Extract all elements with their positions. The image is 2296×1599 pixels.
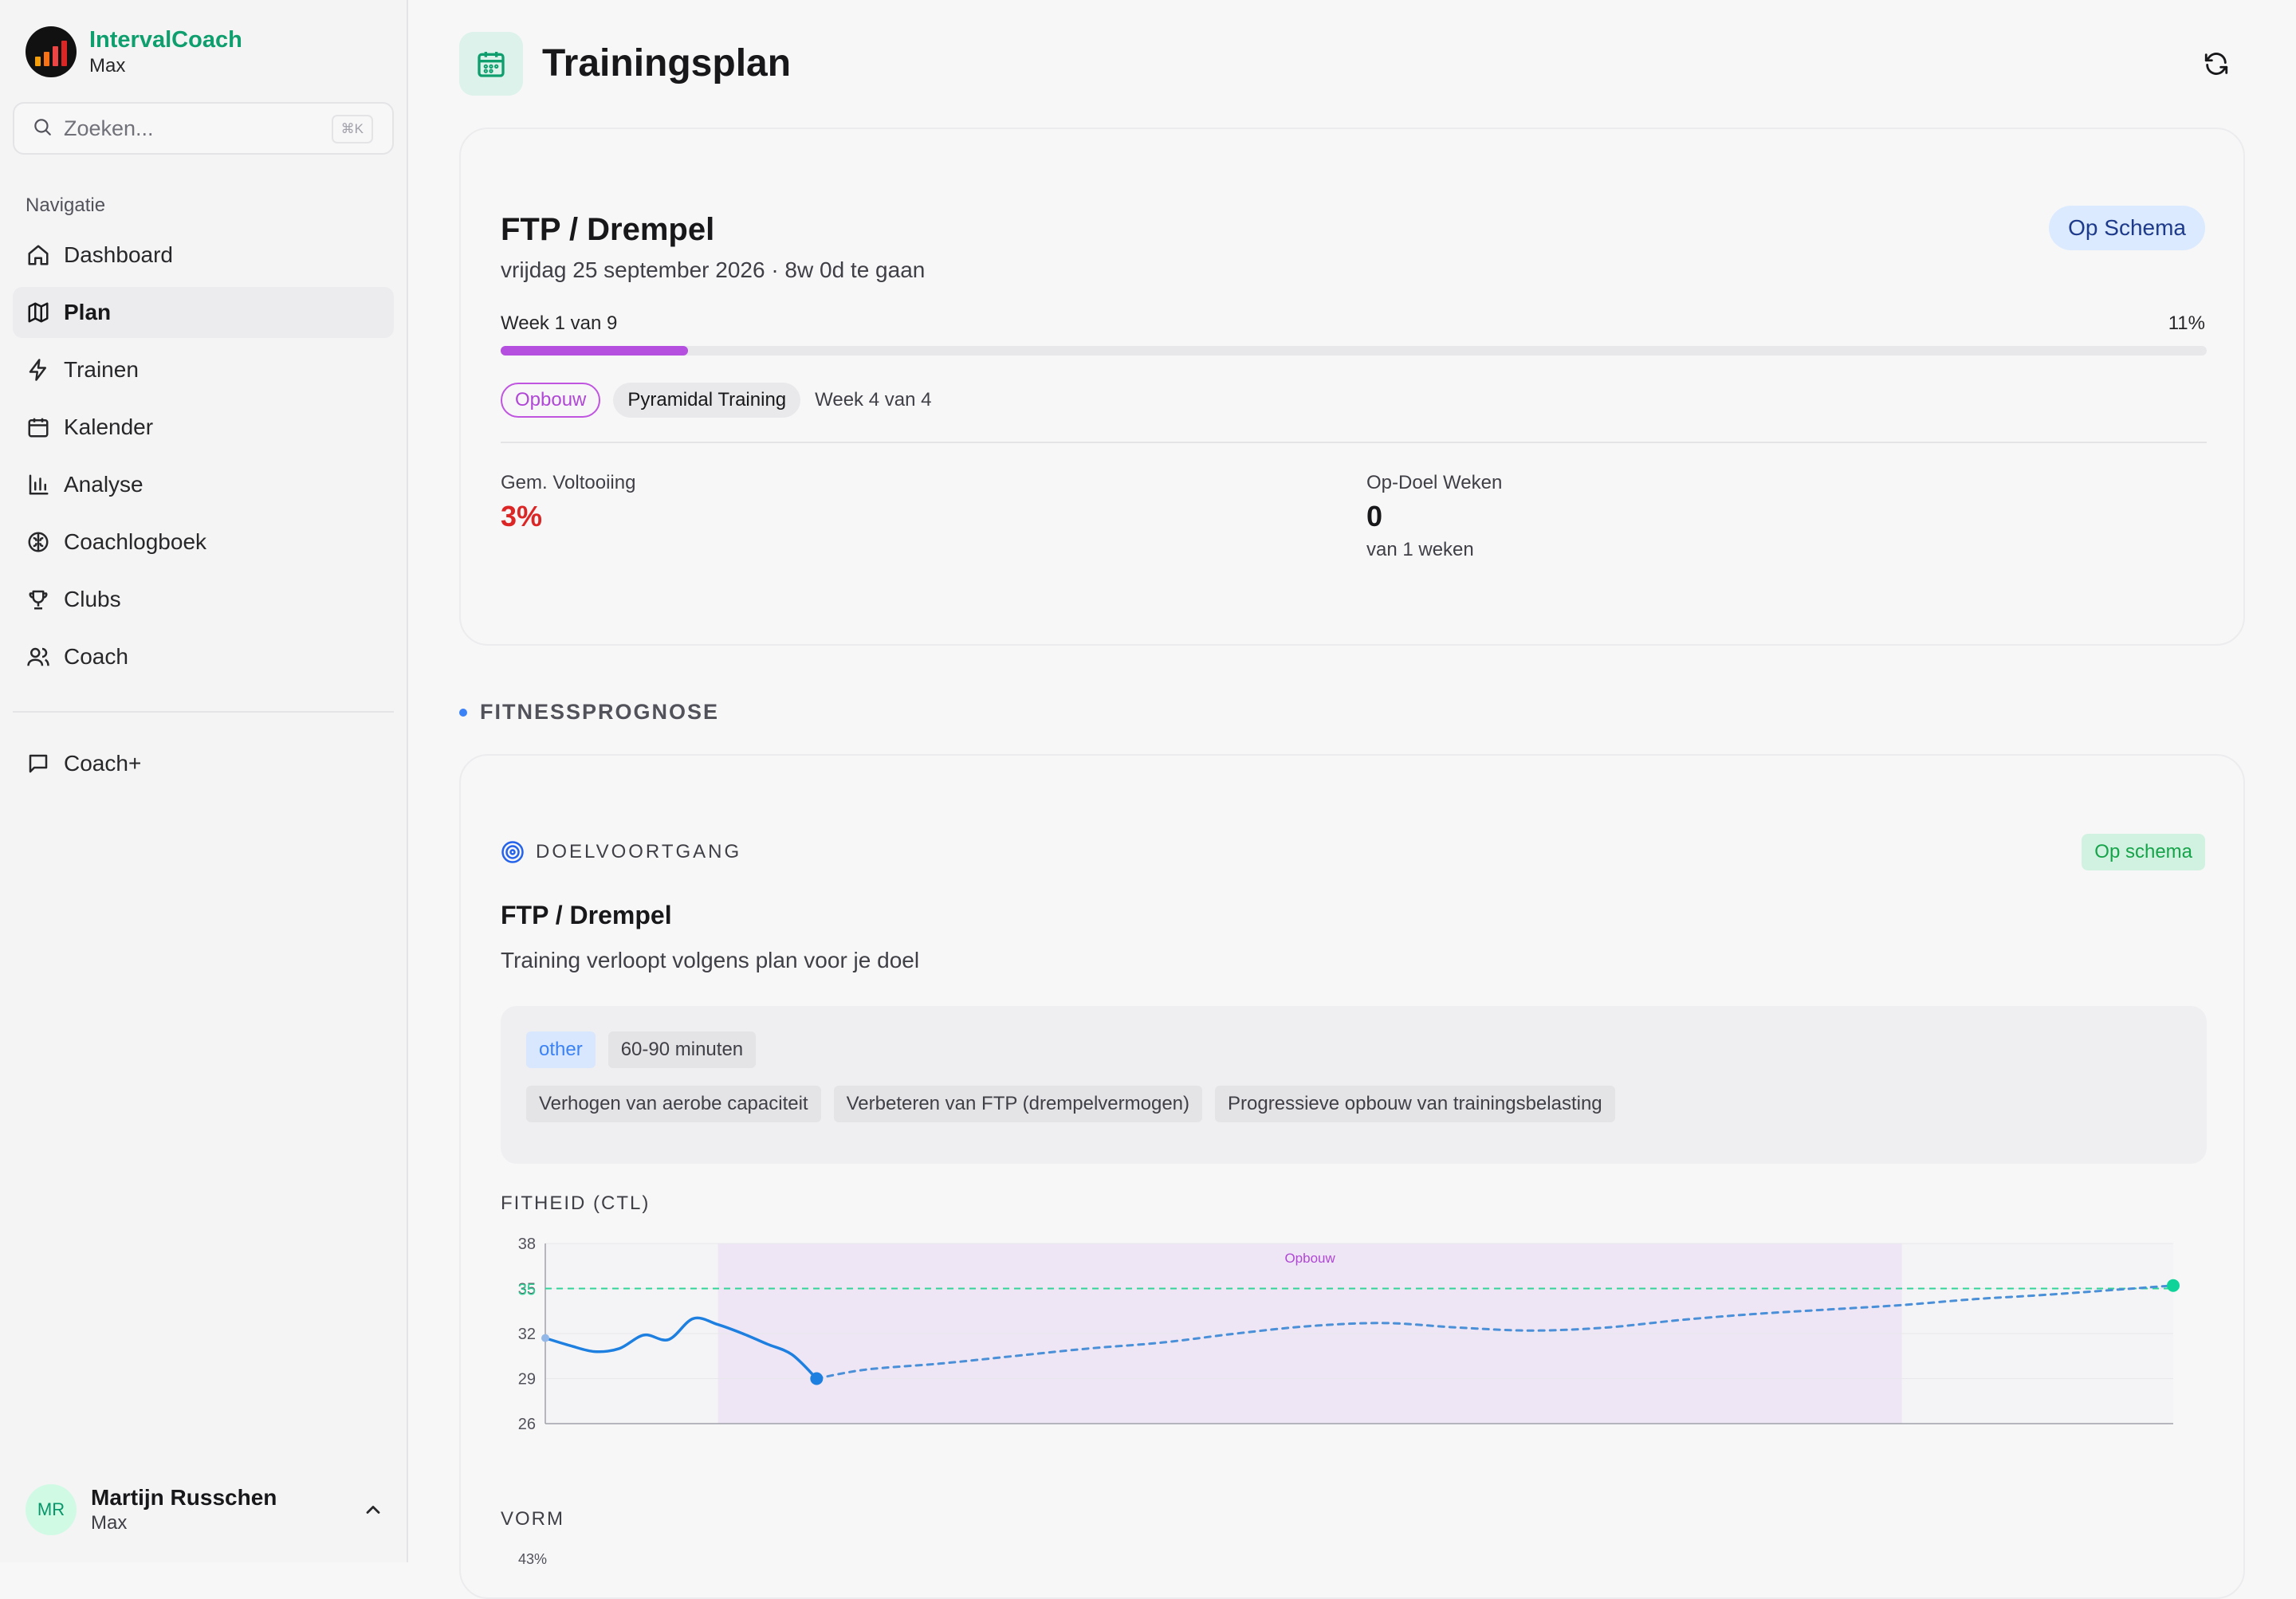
section-heading: FITNESSPROGNOSE: [459, 700, 719, 725]
stat-value: 3%: [501, 500, 543, 532]
chip-row: other 60-90 minuten: [526, 1031, 769, 1068]
forecast-card: DOELVOORTGANG Op schema FTP / Drempel Tr…: [459, 754, 2245, 1599]
trophy-icon: [26, 587, 51, 612]
y-tick-label: 32: [518, 1326, 536, 1343]
week-progress-label: Week 1 van 9: [501, 312, 618, 334]
brand[interactable]: IntervalCoach Max: [26, 26, 242, 78]
plan-card: FTP / Drempel vrijdag 25 september 2026 …: [459, 128, 2245, 646]
calendar-icon: [459, 32, 523, 96]
goal-description: Training verloopt volgens plan voor je d…: [501, 948, 920, 972]
bolt-icon: [26, 357, 51, 383]
duration-chip: 60-90 minuten: [607, 1031, 757, 1068]
sidebar: IntervalCoach Max ⌘K Navigatie Dashboard…: [0, 0, 408, 1562]
nav-divider: [13, 711, 394, 713]
sidebar-item-coachplus[interactable]: Coach+: [13, 738, 394, 789]
user-menu[interactable]: MR Martijn Russchen Max: [26, 1484, 384, 1535]
sidebar-item-dashboard[interactable]: Dashboard: [13, 230, 394, 281]
users-icon: [26, 644, 51, 670]
page-title: Trainingsplan: [542, 42, 792, 84]
sidebar-item-label: Analyse: [64, 472, 144, 497]
goal-title: FTP / Drempel: [501, 901, 672, 929]
section-title: FITNESSPROGNOSE: [480, 700, 720, 724]
goal-progress-heading: DOELVOORTGANG: [501, 840, 741, 864]
sidebar-item-analyse[interactable]: Analyse: [13, 459, 394, 510]
sidebar-item-label: Coachlogboek: [64, 529, 207, 554]
nav-section-label: Navigatie: [26, 194, 106, 216]
focus-chip: Verhogen van aerobe capaciteit: [526, 1086, 821, 1122]
app-user: Max: [89, 55, 126, 77]
ctl-chart: Opbouw38353229263521 jul23 jul25 jul27 j…: [518, 1236, 2180, 1433]
sidebar-item-label: Trainen: [64, 357, 139, 382]
sidebar-item-coachlogboek[interactable]: Coachlogboek: [13, 517, 394, 568]
refresh-icon[interactable]: [2200, 48, 2232, 80]
search-icon: [32, 116, 53, 141]
progress-percent: 11%: [2168, 312, 2205, 334]
goal-type-chip: other: [526, 1031, 596, 1068]
app-name: IntervalCoach: [89, 27, 242, 53]
sidebar-item-coach[interactable]: Coach: [13, 631, 394, 682]
goal-title: FTP / Drempel: [501, 212, 715, 247]
phase-band-label: Opbouw: [1284, 1251, 1335, 1266]
progress-fill: [501, 346, 689, 356]
goal-point: [2167, 1279, 2180, 1292]
goal-progress-title: DOELVOORTGANG: [536, 841, 742, 862]
y-tick-label: 26: [518, 1416, 536, 1433]
start-point: [541, 1334, 549, 1342]
brain-icon: [26, 529, 51, 555]
focus-chip: Verbeteren van FTP (drempelvermogen): [833, 1086, 1203, 1122]
goal-date: vrijdag 25 september 2026 · 8w 0d te gaa…: [501, 257, 926, 282]
sidebar-item-trainen[interactable]: Trainen: [13, 344, 394, 395]
target-line-label: 35: [518, 1282, 536, 1299]
chevron-up-icon[interactable]: [362, 1499, 384, 1525]
sidebar-item-label: Coach: [64, 644, 128, 669]
block-tag: Pyramidal Training: [613, 383, 801, 418]
stat-label: Gem. Voltooiing: [501, 472, 636, 493]
y-tick-label: 38: [518, 1236, 536, 1253]
map-icon: [26, 300, 51, 325]
section-dot: [459, 708, 467, 717]
target-icon: [501, 840, 525, 864]
sidebar-item-label: Coach+: [64, 751, 142, 776]
sidebar-item-label: Clubs: [64, 587, 121, 611]
current-point: [810, 1372, 824, 1385]
coachplus-section: Coach+: [13, 738, 394, 796]
message-icon: [26, 751, 51, 776]
goal-info-box: other 60-90 minuten Verhogen van aerobe …: [501, 1006, 2207, 1164]
search-shortcut: ⌘K: [331, 115, 373, 143]
sidebar-item-label: Plan: [64, 300, 112, 324]
sidebar-item-kalender[interactable]: Kalender: [13, 402, 394, 453]
sidebar-item-clubs[interactable]: Clubs: [13, 574, 394, 625]
chart-label: VORM: [501, 1508, 564, 1530]
stat-on-target-weeks: Op-Doel Weken 0 van 1 weken: [1366, 470, 1502, 563]
stat-label: Op-Doel Weken: [1366, 472, 1503, 493]
sidebar-item-label: Kalender: [64, 414, 154, 439]
bar-chart-icon: [26, 472, 51, 497]
sidebar-item-plan[interactable]: Plan: [13, 287, 394, 338]
search-box[interactable]: ⌘K: [13, 102, 394, 155]
divider: [501, 442, 2207, 443]
stat-value: 0: [1366, 500, 1383, 532]
phase-tags: Opbouw Pyramidal Training Week 4 van 4: [501, 383, 931, 418]
avatar: MR: [26, 1484, 77, 1535]
search-input[interactable]: [64, 116, 327, 141]
sidebar-item-label: Dashboard: [64, 242, 173, 267]
nav-list: Dashboard Plan Trainen Kalender Analyse …: [13, 230, 394, 689]
app-logo: [26, 26, 77, 77]
user-plan: Max: [91, 1512, 128, 1534]
y-tick-label: 29: [518, 1371, 536, 1389]
calendar-icon: [26, 414, 51, 440]
home-icon: [26, 242, 51, 268]
status-badge: Op Schema: [2049, 206, 2205, 250]
phase-tag: Opbouw: [501, 383, 601, 418]
block-week: Week 4 van 4: [815, 389, 932, 411]
chip-row: Verhogen van aerobe capaciteit Verbetere…: [526, 1086, 1628, 1122]
focus-chip: Progressieve opbouw van trainingsbelasti…: [1215, 1086, 1615, 1122]
stat-sub: van 1 weken: [1366, 539, 1474, 560]
form-axis-tick: 43%: [518, 1551, 548, 1567]
stat-completion: Gem. Voltooiing 3%: [501, 470, 635, 537]
status-badge: Op schema: [2082, 834, 2205, 870]
progress-bar: [501, 346, 2207, 356]
user-name: Martijn Russchen: [91, 1485, 277, 1510]
chart-label: FITHEID (CTL): [501, 1192, 651, 1214]
